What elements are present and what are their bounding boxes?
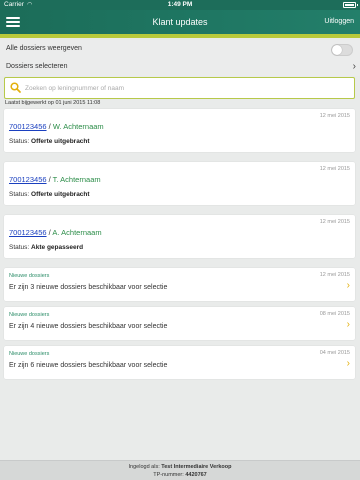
chevron-right-icon: › xyxy=(352,61,356,72)
dossier-number-link[interactable]: 700123456 xyxy=(9,175,47,184)
new-dossiers-message: Er zijn 4 nieuwe dossiers beschikbaar vo… xyxy=(9,323,168,330)
new-dossiers-message: Er zijn 6 nieuwe dossiers beschikbaar vo… xyxy=(9,362,168,369)
footer: Ingelogd als: Test Intermediaire Verkoop… xyxy=(0,460,360,480)
new-dossiers-card[interactable]: Nieuwe dossiers 04 mei 2015 Er zijn 6 ni… xyxy=(4,346,355,379)
battery-fill xyxy=(345,4,354,6)
new-dossiers-date: 08 mei 2015 xyxy=(319,311,350,317)
status-label: Status: xyxy=(9,191,30,198)
dossier-client-name: T. Achternaam xyxy=(52,175,101,184)
chevron-right-icon[interactable]: › xyxy=(347,280,350,291)
last-updated-text: Laatst bijgewerkt op 01 juni 2015 11:08 xyxy=(5,100,101,106)
dossier-number-link[interactable]: 700123456 xyxy=(9,228,47,237)
dossier-date: 12 mei 2015 xyxy=(319,166,350,172)
navigation-bar: Klant updates Uitloggen xyxy=(0,10,360,34)
select-dossiers-row[interactable]: Dossiers selecteren › xyxy=(0,58,360,76)
hamburger-menu-icon[interactable] xyxy=(6,15,20,29)
status-value: Offerte uitgebracht xyxy=(31,191,90,198)
status-value: Offerte uitgebracht xyxy=(31,138,90,145)
page-title: Klant updates xyxy=(152,17,208,27)
search-bar xyxy=(4,77,355,99)
show-all-toggle[interactable] xyxy=(331,44,353,56)
status-label: Status: xyxy=(9,138,30,145)
new-dossiers-card[interactable]: Nieuwe dossiers 08 mei 2015 Er zijn 4 ni… xyxy=(4,307,355,340)
logged-in-line: Ingelogd als: Test Intermediaire Verkoop xyxy=(0,463,360,471)
show-all-label: Alle dossiers weergeven xyxy=(6,45,82,52)
dossier-client-name: W. Achternaam xyxy=(52,122,104,131)
settings-panel: Alle dossiers weergeven Dossiers selecte… xyxy=(0,40,360,76)
dossier-number-link[interactable]: 700123456 xyxy=(9,122,47,131)
new-dossiers-tag: Nieuwe dossiers xyxy=(9,351,50,357)
status-label: Status: xyxy=(9,244,30,251)
dossier-date: 12 mei 2015 xyxy=(319,219,350,225)
new-dossiers-message: Er zijn 3 nieuwe dossiers beschikbaar vo… xyxy=(9,284,168,291)
dossier-card[interactable]: 12 mei 2015 700123456 / W. Achternaam St… xyxy=(4,109,355,152)
select-dossiers-label: Dossiers selecteren xyxy=(6,63,68,70)
new-dossiers-date: 12 mei 2015 xyxy=(319,272,350,278)
accent-stripe xyxy=(0,34,360,38)
battery-icon xyxy=(343,2,358,8)
chevron-right-icon[interactable]: › xyxy=(347,358,350,369)
new-dossiers-tag: Nieuwe dossiers xyxy=(9,312,50,318)
search-input[interactable] xyxy=(25,81,345,95)
logout-button[interactable]: Uitloggen xyxy=(324,10,354,34)
logged-in-label: Ingelogd als: xyxy=(128,464,160,470)
tp-number-label: TP-nummer: xyxy=(153,472,184,478)
toggle-knob xyxy=(332,45,342,55)
show-all-row: Alle dossiers weergeven xyxy=(0,40,360,58)
chevron-right-icon[interactable]: › xyxy=(347,319,350,330)
new-dossiers-tag: Nieuwe dossiers xyxy=(9,273,50,279)
dossier-client-name: A. Achternaam xyxy=(52,228,102,237)
tp-number-line: TP-nummer: 4420767 xyxy=(0,471,360,479)
battery-indicator xyxy=(343,0,358,10)
dossier-date: 12 mei 2015 xyxy=(319,113,350,119)
dossier-card[interactable]: 12 mei 2015 700123456 / T. Achternaam St… xyxy=(4,162,355,205)
clock: 1:49 PM xyxy=(167,1,193,8)
tp-number-value: 4420767 xyxy=(185,472,207,478)
dossier-card[interactable]: 12 mei 2015 700123456 / A. Achternaam St… xyxy=(4,215,355,258)
status-bar: Carrier ◠ 1:49 PM xyxy=(0,0,360,10)
search-icon xyxy=(10,82,21,93)
new-dossiers-card[interactable]: Nieuwe dossiers 12 mei 2015 Er zijn 3 ni… xyxy=(4,268,355,301)
status-value: Akte gepasseerd xyxy=(31,244,84,251)
updates-list: 12 mei 2015 700123456 / W. Achternaam St… xyxy=(4,109,355,385)
logged-in-value: Test Intermediaire Verkoop xyxy=(161,464,232,470)
new-dossiers-date: 04 mei 2015 xyxy=(319,350,350,356)
